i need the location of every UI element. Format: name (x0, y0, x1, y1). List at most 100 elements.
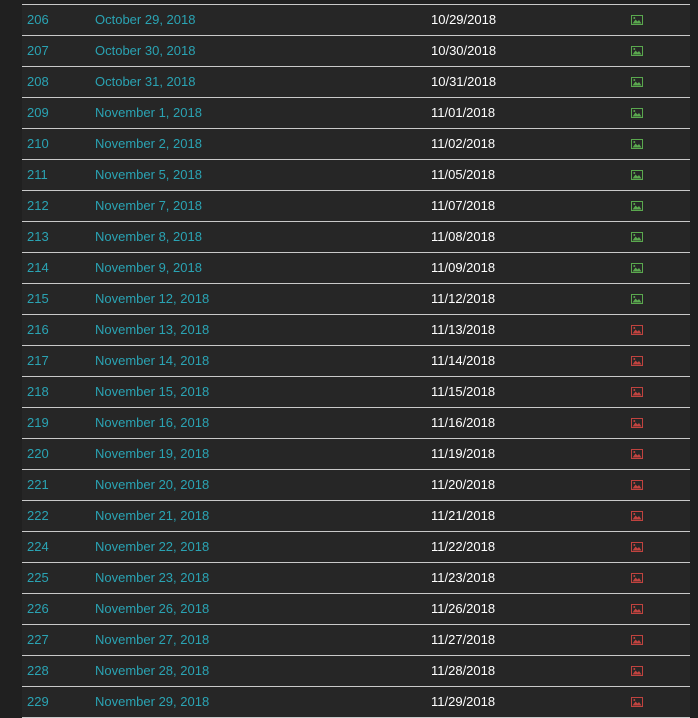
image-icon[interactable] (631, 15, 643, 25)
table-row: 227 November 27, 2018 11/27/2018 (22, 624, 690, 655)
row-title-link[interactable]: October 31, 2018 (95, 67, 195, 97)
row-date: 11/19/2018 (431, 446, 496, 461)
row-date: 11/14/2018 (431, 353, 496, 368)
image-icon[interactable] (631, 418, 643, 428)
row-date: 11/08/2018 (431, 229, 496, 244)
row-title-link[interactable]: November 8, 2018 (95, 222, 202, 252)
row-title-link[interactable]: November 19, 2018 (95, 439, 209, 469)
image-icon[interactable] (631, 263, 643, 273)
row-title-link[interactable]: November 20, 2018 (95, 470, 209, 500)
row-number-link[interactable]: 229 (27, 687, 49, 717)
row-number-link[interactable]: 222 (27, 501, 49, 531)
row-date: 11/02/2018 (431, 136, 496, 151)
image-icon[interactable] (631, 387, 643, 397)
table-row: 226 November 26, 2018 11/26/2018 (22, 593, 690, 624)
image-icon[interactable] (631, 232, 643, 242)
row-date: 11/20/2018 (431, 477, 496, 492)
row-title-link[interactable]: November 26, 2018 (95, 594, 209, 624)
row-title-link[interactable]: October 30, 2018 (95, 36, 195, 66)
image-icon[interactable] (631, 325, 643, 335)
row-number-link[interactable]: 225 (27, 563, 49, 593)
table-row: 216 November 13, 2018 11/13/2018 (22, 314, 690, 345)
row-number-link[interactable]: 212 (27, 191, 49, 221)
row-title-link[interactable]: November 21, 2018 (95, 501, 209, 531)
table-row: 208 October 31, 2018 10/31/2018 (22, 66, 690, 97)
image-icon[interactable] (631, 604, 643, 614)
image-icon[interactable] (631, 666, 643, 676)
row-title-link[interactable]: November 27, 2018 (95, 625, 209, 655)
row-number-link[interactable]: 220 (27, 439, 49, 469)
row-number-link[interactable]: 211 (27, 160, 48, 190)
row-number-link[interactable]: 209 (27, 98, 49, 128)
row-date: 10/29/2018 (431, 12, 497, 27)
table-row: 228 November 28, 2018 11/28/2018 (22, 655, 690, 686)
row-title-link[interactable]: November 16, 2018 (95, 408, 209, 438)
row-title-link[interactable]: November 29, 2018 (95, 687, 209, 717)
row-date: 11/23/2018 (431, 570, 496, 585)
image-icon[interactable] (631, 480, 643, 490)
table-row: 213 November 8, 2018 11/08/2018 (22, 221, 690, 252)
row-number-link[interactable]: 206 (27, 5, 49, 35)
row-number-link[interactable]: 228 (27, 656, 49, 686)
image-icon[interactable] (631, 449, 643, 459)
results-table: 206 October 29, 2018 10/29/2018 207 October … (22, 4, 690, 718)
row-date: 11/13/2018 (431, 322, 496, 337)
row-title-link[interactable]: November 15, 2018 (95, 377, 209, 407)
image-icon[interactable] (631, 77, 643, 87)
image-icon[interactable] (631, 294, 643, 304)
image-icon[interactable] (631, 511, 643, 521)
row-number-link[interactable]: 207 (27, 36, 49, 66)
row-title-link[interactable]: October 29, 2018 (95, 5, 195, 35)
row-number-link[interactable]: 221 (27, 470, 49, 500)
row-number-link[interactable]: 213 (27, 222, 49, 252)
row-date: 11/12/2018 (431, 291, 496, 306)
image-icon[interactable] (631, 542, 643, 552)
image-icon[interactable] (631, 170, 643, 180)
row-title-link[interactable]: November 13, 2018 (95, 315, 209, 345)
row-date: 11/16/2018 (431, 415, 496, 430)
table-row: 222 November 21, 2018 11/21/2018 (22, 500, 690, 531)
row-number-link[interactable]: 219 (27, 408, 49, 438)
row-number-link[interactable]: 208 (27, 67, 49, 97)
row-number-link[interactable]: 215 (27, 284, 49, 314)
image-icon[interactable] (631, 201, 643, 211)
row-date: 10/31/2018 (431, 74, 497, 89)
table-row: 207 October 30, 2018 10/30/2018 (22, 35, 690, 66)
row-number-link[interactable]: 227 (27, 625, 49, 655)
image-icon[interactable] (631, 46, 643, 56)
row-title-link[interactable]: November 1, 2018 (95, 98, 202, 128)
row-date: 11/29/2018 (431, 694, 496, 709)
row-title-link[interactable]: November 9, 2018 (95, 253, 202, 283)
row-title-link[interactable]: November 7, 2018 (95, 191, 202, 221)
image-icon[interactable] (631, 697, 643, 707)
row-title-link[interactable]: November 14, 2018 (95, 346, 209, 376)
row-title-link[interactable]: November 2, 2018 (95, 129, 202, 159)
row-number-link[interactable]: 214 (27, 253, 49, 283)
image-icon[interactable] (631, 356, 643, 366)
table-row: 210 November 2, 2018 11/02/2018 (22, 128, 690, 159)
row-title-link[interactable]: November 22, 2018 (95, 532, 209, 562)
image-icon[interactable] (631, 108, 643, 118)
row-title-link[interactable]: November 5, 2018 (95, 160, 202, 190)
row-number-link[interactable]: 224 (27, 532, 49, 562)
row-date: 11/09/2018 (431, 260, 496, 275)
row-number-link[interactable]: 216 (27, 315, 49, 345)
row-number-link[interactable]: 210 (27, 129, 49, 159)
row-date: 11/27/2018 (431, 632, 496, 647)
table-row: 221 November 20, 2018 11/20/2018 (22, 469, 690, 500)
image-icon[interactable] (631, 635, 643, 645)
row-title-link[interactable]: November 12, 2018 (95, 284, 209, 314)
table-row: 218 November 15, 2018 11/15/2018 (22, 376, 690, 407)
row-date: 11/21/2018 (431, 508, 496, 523)
image-icon[interactable] (631, 139, 643, 149)
row-number-link[interactable]: 218 (27, 377, 49, 407)
row-number-link[interactable]: 217 (27, 346, 49, 376)
row-date: 11/15/2018 (431, 384, 496, 399)
row-date: 11/22/2018 (431, 539, 496, 554)
row-date: 11/05/2018 (431, 167, 496, 182)
table-row: 209 November 1, 2018 11/01/2018 (22, 97, 690, 128)
image-icon[interactable] (631, 573, 643, 583)
row-title-link[interactable]: November 28, 2018 (95, 656, 209, 686)
row-title-link[interactable]: November 23, 2018 (95, 563, 209, 593)
row-number-link[interactable]: 226 (27, 594, 49, 624)
